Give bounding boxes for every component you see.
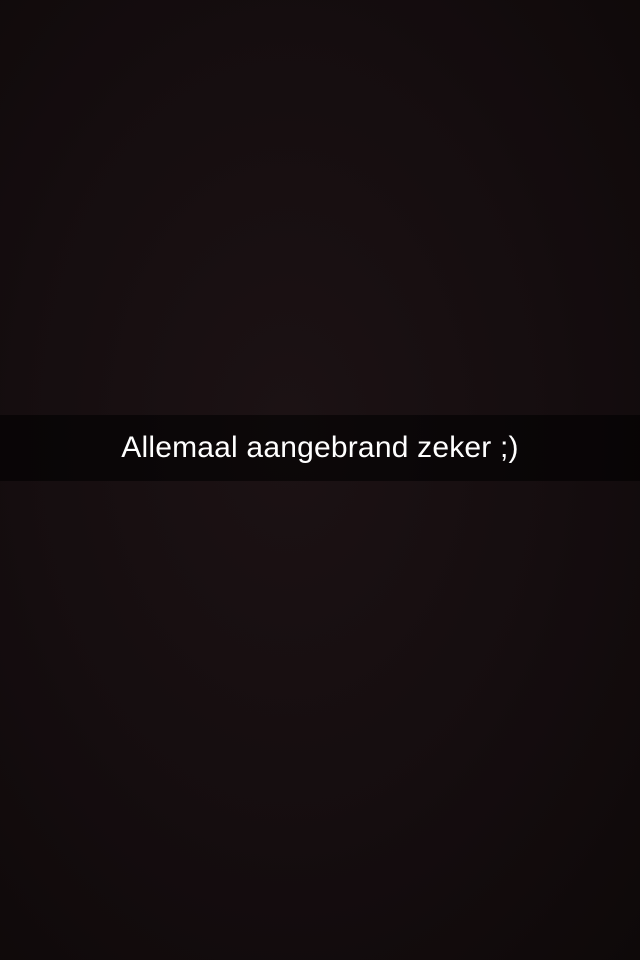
caption-bar: Allemaal aangebrand zeker ;) [0,415,640,481]
caption-text: Allemaal aangebrand zeker ;) [121,431,519,464]
